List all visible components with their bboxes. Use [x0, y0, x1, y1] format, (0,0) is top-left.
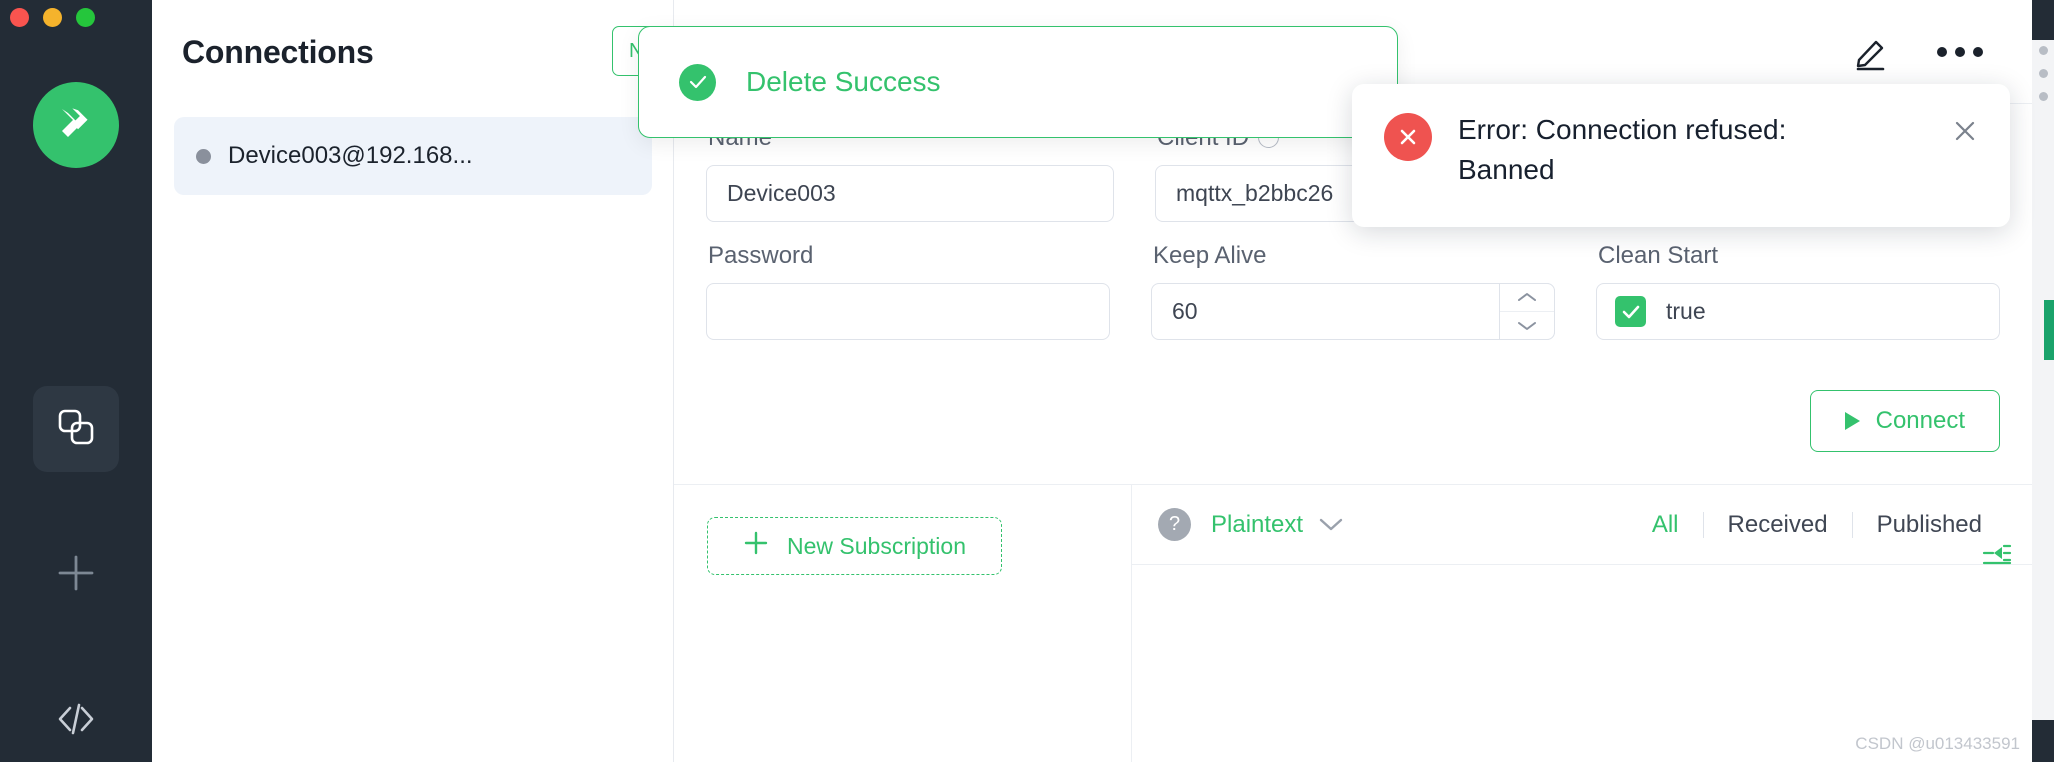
success-toast-message: Delete Success [746, 66, 941, 97]
status-indicator-dot [196, 148, 211, 164]
field-group-clean-start: Clean Start true [1596, 222, 2000, 340]
check-circle-icon [679, 63, 716, 101]
scrollbar-dots[interactable] [2039, 46, 2048, 101]
message-filter-tabs: All Received Published [1628, 511, 2006, 539]
minimize-window-button[interactable] [43, 8, 62, 27]
field-group-password: Password [706, 222, 1110, 340]
app-window: Connections New Collection Device003@192… [0, 0, 2054, 762]
error-toast: Error: Connection refused: Banned [1352, 84, 2010, 227]
maximize-window-button[interactable] [76, 8, 95, 27]
close-window-button[interactable] [10, 8, 29, 27]
connections-header: Connections [152, 0, 674, 104]
field-group-keep-alive: Keep Alive [1151, 222, 1555, 340]
clean-start-label: Clean Start [1598, 242, 1719, 269]
collapse-list-icon[interactable] [1980, 537, 2012, 574]
sidebar-item-new-connection[interactable] [33, 532, 119, 618]
stepper-controls [1499, 283, 1555, 340]
dot [2039, 46, 2048, 55]
stepper-up-button[interactable] [1500, 284, 1554, 312]
tab-received[interactable]: Received [1704, 511, 1852, 539]
dot [2039, 92, 2048, 101]
code-brackets-icon [55, 698, 97, 745]
page-title: Connections [182, 33, 374, 70]
connect-button[interactable]: Connect [1809, 390, 2000, 452]
connections-panel: Connections New Collection Device003@192… [152, 0, 780, 762]
more-horizontal-icon[interactable] [1934, 42, 1986, 62]
keep-alive-label: Keep Alive [1153, 242, 1267, 269]
messages-pane: ? Plaintext All Received Published [1132, 485, 2032, 762]
window-traffic-lights [10, 8, 95, 27]
left-rail [0, 0, 152, 762]
stepper-down-button[interactable] [1500, 312, 1554, 339]
chevron-down-icon [1318, 511, 1344, 539]
lower-section: New Subscription ? Plaintext All Receive… [674, 484, 2032, 762]
name-input[interactable] [706, 165, 1114, 222]
connect-row: Connect [1809, 390, 2000, 452]
plus-icon [743, 530, 769, 562]
new-subscription-button[interactable]: New Subscription [707, 517, 1002, 575]
messages-list [1132, 565, 2032, 762]
connect-button-label: Connect [1875, 407, 1965, 434]
error-toast-message: Error: Connection refused: Banned [1458, 114, 1787, 185]
subscriptions-pane: New Subscription [674, 485, 1132, 762]
tab-published[interactable]: Published [1853, 511, 2006, 539]
edge-green-marker [2044, 300, 2054, 360]
form-row-2: Password Keep Alive 60 Clean Start true [706, 222, 2000, 340]
two-squares-icon [54, 405, 98, 454]
clean-start-value: true [1666, 298, 1706, 324]
connection-name: Device003@192.168... [228, 142, 473, 169]
mqttx-logo [33, 82, 119, 168]
edge-bottom-dark [2032, 720, 2054, 762]
right-edge-strip [2032, 0, 2054, 762]
sidebar-item-connections[interactable] [33, 386, 119, 472]
new-subscription-label: New Subscription [787, 532, 966, 559]
clean-start-checkbox[interactable] [1615, 296, 1646, 327]
list-item[interactable]: Device003@192.168... [174, 117, 652, 195]
close-icon[interactable] [1950, 116, 1980, 151]
success-toast: Delete Success [638, 26, 1398, 138]
sidebar-item-script[interactable] [33, 678, 119, 762]
payload-format-select[interactable]: Plaintext [1211, 511, 1344, 539]
error-circle-icon [1384, 113, 1432, 161]
tab-all[interactable]: All [1628, 511, 1703, 539]
password-field[interactable] [706, 283, 1110, 340]
messages-toolbar: ? Plaintext All Received Published [1132, 485, 2032, 565]
clean-start-control[interactable]: true [1596, 283, 2000, 340]
password-label: Password [708, 242, 814, 269]
plus-icon [56, 553, 96, 598]
watermark: CSDN @u013433591 [1855, 734, 2020, 753]
keep-alive-input[interactable] [1151, 283, 1555, 340]
question-mark-icon[interactable]: ? [1158, 508, 1191, 541]
pencil-icon[interactable] [1850, 31, 1892, 73]
keep-alive-stepper [1151, 283, 1555, 340]
edge-top-dark [2032, 0, 2054, 40]
play-icon [1844, 412, 1860, 430]
dot [2039, 69, 2048, 78]
payload-format-label: Plaintext [1211, 510, 1304, 538]
